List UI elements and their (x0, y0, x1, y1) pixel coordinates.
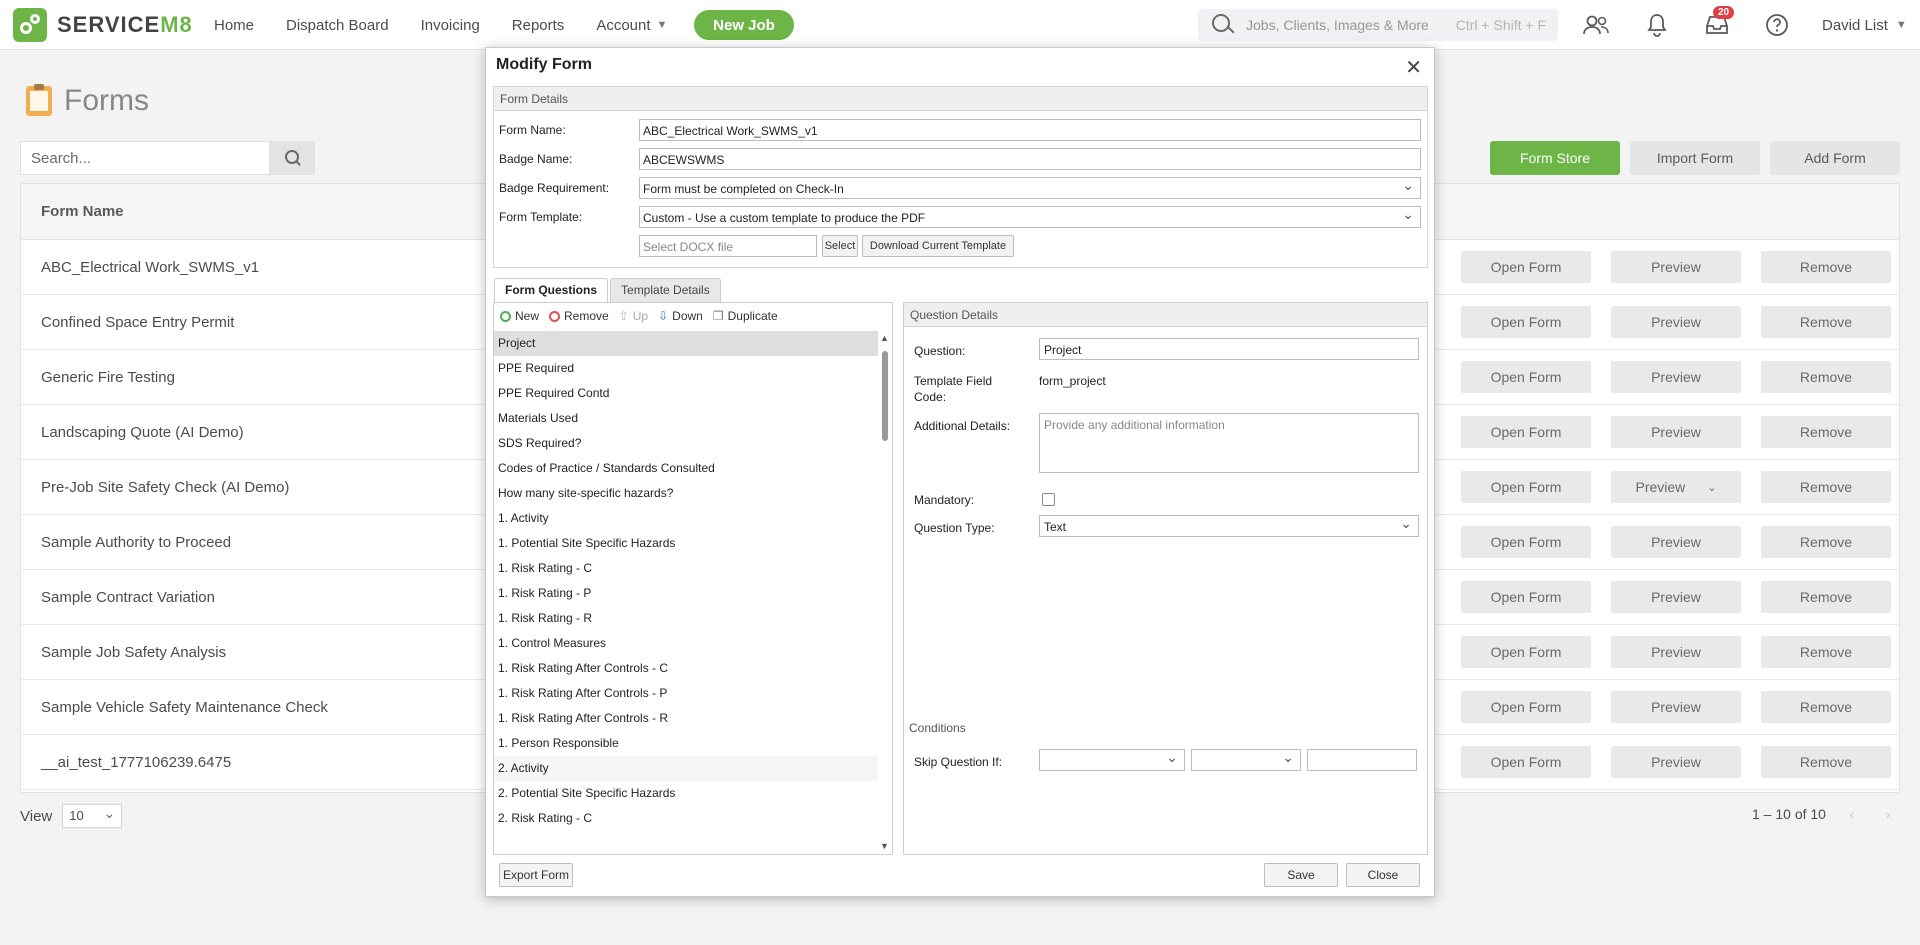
template-field-code-label-1: Template Field (914, 374, 993, 388)
question-label: Question: (914, 344, 966, 358)
skip-condition-operator-select[interactable] (1191, 749, 1301, 771)
question-type-label: Question Type: (914, 521, 995, 535)
list-item[interactable]: 1. Risk Rating - C (494, 556, 878, 581)
dialog-title: Modify Form (496, 56, 592, 73)
badge-name-field[interactable]: ABCEWSWMS (639, 148, 1421, 170)
form-name-field[interactable]: ABC_Electrical Work_SWMS_v1 (639, 119, 1421, 141)
list-item[interactable]: SDS Required? (494, 431, 878, 456)
form-details-heading: Form Details (494, 87, 1427, 111)
minus-icon (549, 310, 561, 322)
duplicate-label: Duplicate (727, 309, 778, 323)
question-type-select[interactable]: Text (1039, 515, 1419, 537)
list-item[interactable]: 1. Activity (494, 506, 878, 531)
export-form-button[interactable]: Export Form (499, 863, 573, 887)
template-field-code-value: form_project (1039, 374, 1106, 388)
list-item[interactable]: 1. Potential Site Specific Hazards (494, 531, 878, 556)
close-icon[interactable]: ✕ (1405, 55, 1422, 80)
move-up-button[interactable]: ⇧ Up (619, 309, 648, 323)
list-item[interactable]: 1. Risk Rating After Controls - P (494, 681, 878, 706)
list-item[interactable]: Materials Used (494, 406, 878, 431)
template-field-code-label-2: Code: (914, 390, 947, 404)
questions-toolbar: New Remove ⇧ Up ⇩ Down ❐ Duplicate (494, 303, 892, 329)
additional-details-field[interactable]: Provide any additional information (1039, 413, 1419, 473)
list-item[interactable]: 1. Control Measures (494, 631, 878, 656)
list-item[interactable]: How many site-specific hazards? (494, 481, 878, 506)
duplicate-icon: ❐ (712, 309, 724, 323)
dialog-tabs: Form Questions Template Details (494, 278, 723, 302)
form-template-select[interactable]: Custom - Use a custom template to produc… (639, 206, 1421, 228)
remove-label: Remove (564, 309, 609, 323)
skip-condition-field-select[interactable] (1039, 749, 1185, 771)
docx-file-input[interactable]: Select DOCX file (639, 235, 817, 257)
form-details-section: Form Details Form Name: ABC_Electrical W… (493, 86, 1428, 268)
list-item[interactable]: 1. Risk Rating - P (494, 581, 878, 606)
skip-question-label: Skip Question If: (914, 755, 1003, 769)
download-template-button[interactable]: Download Current Template (862, 235, 1014, 257)
question-field[interactable]: Project (1039, 338, 1419, 360)
mandatory-checkbox[interactable] (1042, 493, 1055, 506)
mandatory-label: Mandatory: (914, 493, 975, 507)
arrow-up-icon: ⇧ (618, 309, 629, 323)
close-button[interactable]: Close (1346, 863, 1420, 887)
save-button[interactable]: Save (1264, 863, 1338, 887)
tab-template-details[interactable]: Template Details (610, 278, 721, 302)
scroll-down-icon[interactable]: ▼ (880, 841, 889, 851)
list-item[interactable]: 1. Risk Rating After Controls - R (494, 706, 878, 731)
new-label: New (515, 309, 540, 323)
move-down-button[interactable]: ⇩ Down (658, 309, 703, 323)
scroll-thumb[interactable] (882, 351, 888, 441)
arrow-down-icon: ⇩ (658, 309, 669, 323)
form-template-label: Form Template: (499, 210, 583, 224)
questions-panel: New Remove ⇧ Up ⇩ Down ❐ Duplicate Project … (493, 302, 893, 855)
select-file-button[interactable]: Select (822, 235, 858, 257)
tab-form-questions[interactable]: Form Questions (494, 278, 609, 302)
questions-list: Project PPE Required PPE Required Contd … (494, 331, 878, 851)
question-details-heading: Question Details (904, 303, 1427, 327)
conditions-heading: Conditions (909, 721, 966, 735)
badge-name-label: Badge Name: (499, 152, 573, 166)
list-item[interactable]: 1. Risk Rating - R (494, 606, 878, 631)
skip-condition-value-input[interactable] (1307, 749, 1417, 771)
list-item[interactable]: PPE Required (494, 356, 878, 381)
list-item[interactable]: 2. Activity (494, 756, 878, 781)
duplicate-question-button[interactable]: ❐ Duplicate (713, 309, 778, 323)
scroll-up-icon[interactable]: ▲ (880, 333, 889, 343)
additional-details-label: Additional Details: (914, 419, 1011, 433)
list-item[interactable]: 2. Potential Site Specific Hazards (494, 781, 878, 806)
list-item[interactable]: Codes of Practice / Standards Consulted (494, 456, 878, 481)
questions-scrollbar[interactable]: ▲ ▼ (880, 331, 890, 851)
list-item[interactable]: Project (494, 331, 878, 356)
list-item[interactable]: PPE Required Contd (494, 381, 878, 406)
question-details-panel: Question Details Question: Project Templ… (903, 302, 1428, 855)
down-label: Down (672, 309, 703, 323)
badge-requirement-select[interactable]: Form must be completed on Check-In (639, 177, 1421, 199)
new-question-button[interactable]: New (500, 309, 539, 323)
form-name-label: Form Name: (499, 123, 566, 137)
list-item[interactable]: 1. Risk Rating After Controls - C (494, 656, 878, 681)
plus-icon (500, 310, 511, 322)
list-item[interactable]: 2. Risk Rating - C (494, 806, 878, 831)
modify-form-dialog: Modify Form ✕ Form Details Form Name: AB… (485, 47, 1435, 897)
badge-requirement-label: Badge Requirement: (499, 181, 610, 195)
up-label: Up (632, 309, 649, 323)
list-item[interactable]: 1. Person Responsible (494, 731, 878, 756)
remove-question-button[interactable]: Remove (549, 309, 609, 323)
